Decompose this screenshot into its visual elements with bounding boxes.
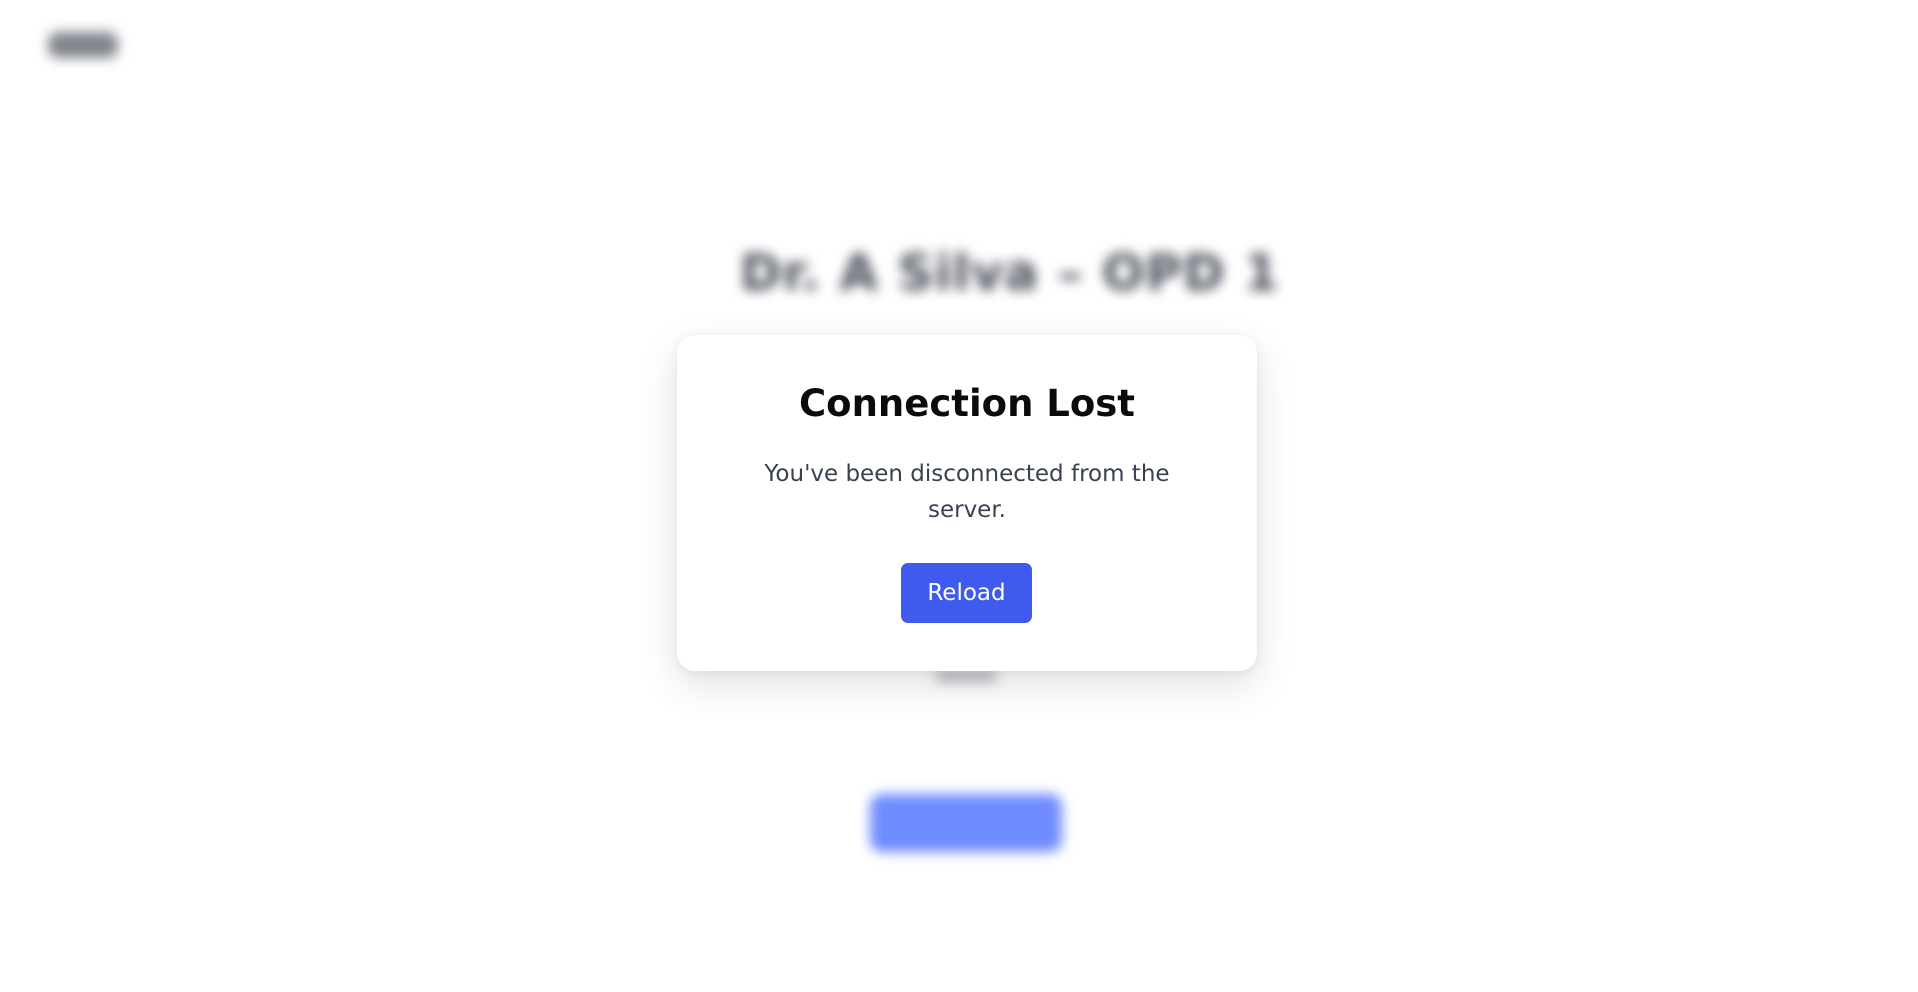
- background-subtext: [935, 670, 997, 682]
- app-logo: [48, 32, 118, 58]
- page: Dr. A Silva – OPD 1 Connection Lost You'…: [0, 0, 1918, 992]
- page-title: Dr. A Silva – OPD 1: [740, 244, 1280, 302]
- dialog-title: Connection Lost: [799, 382, 1135, 425]
- reload-button[interactable]: Reload: [901, 563, 1032, 623]
- background-action-button: [870, 794, 1062, 852]
- dialog-message: You've been disconnected from the server…: [764, 461, 1170, 523]
- connection-lost-dialog: Connection Lost You've been disconnected…: [677, 335, 1257, 671]
